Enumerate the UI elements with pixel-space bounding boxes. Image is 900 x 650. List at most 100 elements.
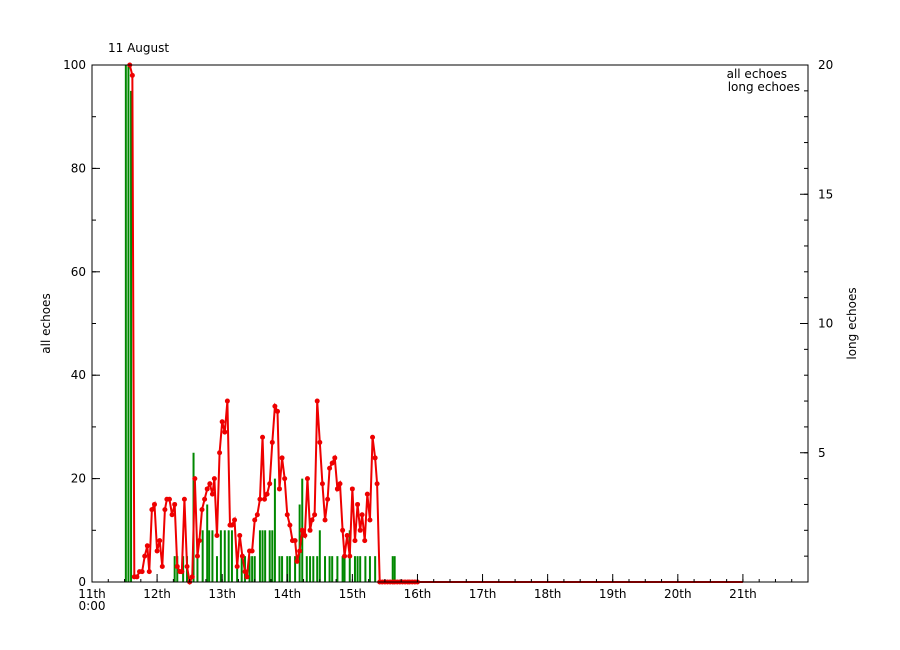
all-echoes-point — [149, 507, 155, 513]
all-echoes-point — [146, 569, 152, 575]
all-echoes-point — [211, 476, 217, 482]
all-echoes-point — [217, 450, 223, 456]
all-echoes-point — [219, 419, 225, 425]
all-echoes-point — [297, 548, 303, 554]
all-echoes-point — [370, 434, 376, 440]
all-echoes-point — [172, 501, 178, 507]
all-echoes-point — [154, 548, 160, 554]
all-echoes-point — [179, 569, 185, 575]
x-tick-label: 14th — [273, 587, 301, 601]
all-echoes-point — [264, 491, 270, 497]
all-echoes-point — [327, 465, 333, 471]
all-echoes-point — [249, 548, 255, 554]
y-right-tick-label: 5 — [818, 446, 826, 460]
all-echoes-point — [157, 538, 163, 544]
all-echoes-point — [340, 527, 346, 533]
all-echoes-point — [359, 512, 365, 518]
all-echoes-point — [224, 398, 230, 404]
all-echoes-point — [129, 72, 135, 78]
all-echoes-point — [287, 522, 293, 528]
y-right-tick-label: 20 — [818, 58, 833, 72]
all-echoes-point — [279, 455, 285, 461]
y-right-tick-label: 10 — [818, 317, 833, 331]
all-echoes-point — [275, 408, 281, 414]
all-echoes-point — [337, 481, 343, 487]
x-tick-label: 21th — [729, 587, 757, 601]
x-tick-label: 16th — [404, 587, 432, 601]
y-left-tick-label: 100 — [63, 58, 86, 72]
y-left-tick-label: 20 — [71, 472, 86, 486]
all-echoes-point — [272, 403, 278, 409]
x-tick-label: 13th — [208, 587, 236, 601]
all-echoes-point — [239, 553, 245, 559]
all-echoes-point — [189, 574, 195, 580]
axes: 020406080100510152011th0:0012th 13th 14th 1… — [63, 58, 833, 613]
all-echoes-point — [302, 532, 308, 538]
all-echoes-point — [202, 496, 208, 502]
all-echoes-point — [342, 553, 348, 559]
all-echoes-series — [127, 62, 743, 586]
all-echoes-point — [344, 532, 350, 538]
x-tick-sublabel: 0:00 — [79, 599, 106, 613]
all-echoes-point — [162, 507, 168, 513]
all-echoes-point — [169, 512, 175, 518]
all-echoes-point — [284, 512, 290, 518]
y-left-tick-label: 80 — [71, 161, 86, 175]
all-echoes-point — [294, 558, 300, 564]
all-echoes-point — [222, 429, 228, 435]
all-echoes-point — [242, 569, 248, 575]
all-echoes-point — [309, 517, 315, 523]
x-tick-label: 17th — [469, 587, 497, 601]
all-echoes-point — [332, 455, 338, 461]
all-echoes-point — [151, 501, 157, 507]
all-echoes-point — [237, 532, 243, 538]
all-echoes-point — [374, 481, 380, 487]
all-echoes-point — [260, 434, 266, 440]
all-echoes-point — [194, 553, 200, 559]
all-echoes-point — [184, 563, 190, 569]
all-echoes-point — [142, 553, 148, 559]
all-echoes-point — [159, 563, 165, 569]
all-echoes-point — [214, 532, 220, 538]
all-echoes-point — [261, 496, 267, 502]
all-echoes-point — [232, 517, 238, 523]
all-echoes-point — [199, 507, 205, 513]
chart: 020406080100510152011th0:0012th 13th 14th 1… — [39, 41, 859, 613]
all-echoes-point — [352, 538, 358, 544]
all-echoes-point — [144, 543, 150, 549]
all-echoes-point — [319, 481, 325, 487]
all-echoes-point — [372, 455, 378, 461]
all-echoes-point — [196, 538, 202, 544]
all-echoes-point — [229, 522, 235, 528]
all-echoes-point — [357, 527, 363, 533]
all-echoes-point — [367, 517, 373, 523]
all-echoes-point — [192, 476, 198, 482]
all-echoes-point — [276, 486, 282, 492]
x-tick-label: 15th — [339, 587, 367, 601]
all-echoes-point — [257, 496, 263, 502]
all-echoes-point — [166, 496, 172, 502]
all-echoes-point — [355, 501, 361, 507]
all-echoes-point — [252, 517, 258, 523]
all-echoes-point — [269, 439, 275, 445]
all-echoes-point — [312, 512, 318, 518]
all-echoes-point — [174, 563, 180, 569]
all-echoes-line — [128, 64, 743, 586]
all-echoes-point — [254, 512, 260, 518]
all-echoes-point — [362, 538, 368, 544]
legend-item-all-echoes: all echoes — [727, 67, 787, 81]
all-echoes-point — [317, 439, 323, 445]
all-echoes-point — [209, 491, 215, 497]
all-echoes-point — [307, 527, 313, 533]
all-echoes-point — [334, 486, 340, 492]
all-echoes-point — [282, 476, 288, 482]
x-tick-label: 18th — [534, 587, 562, 601]
y-left-tick-label: 40 — [71, 368, 86, 382]
all-echoes-point — [207, 481, 213, 487]
all-echoes-point — [292, 538, 298, 544]
all-echoes-point — [204, 486, 210, 492]
all-echoes-point — [244, 574, 250, 580]
all-echoes-point — [322, 517, 328, 523]
chart-title: 11 August — [108, 41, 169, 55]
y-left-tick-label: 60 — [71, 265, 86, 279]
